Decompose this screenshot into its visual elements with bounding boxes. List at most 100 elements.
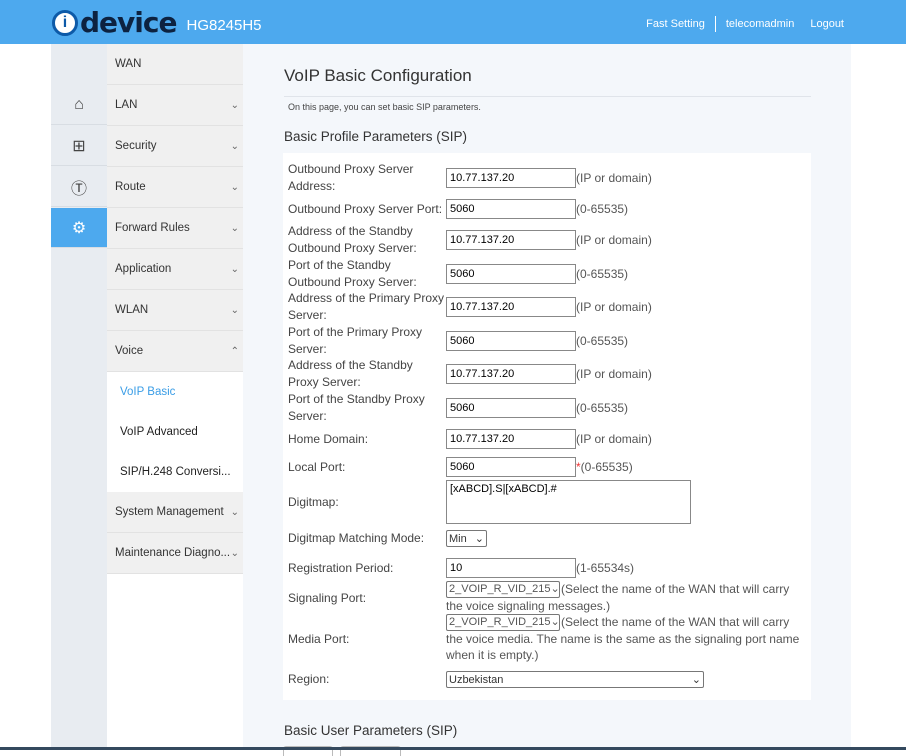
field-label: Registration Period: <box>288 560 394 575</box>
chevron-down-icon: ⌄ <box>230 547 239 559</box>
chevron-down-icon: ⌄ <box>230 222 239 234</box>
section-title-user: Basic User Parameters (SIP) <box>284 723 458 738</box>
menu-label: LAN <box>115 99 138 111</box>
chevron-down-icon: ⌄ <box>550 616 560 629</box>
chevron-down-icon: ⌄ <box>230 181 239 193</box>
user-link[interactable]: telecomadmin <box>726 18 794 30</box>
field-label: Digitmap: <box>288 494 339 509</box>
registration-period-input[interactable] <box>446 558 576 578</box>
field-hint: (0-65535) <box>576 266 629 281</box>
section-title-profile: Basic Profile Parameters (SIP) <box>284 129 468 144</box>
menu-label: Voice <box>115 345 144 357</box>
standby-outbound-address-input[interactable] <box>446 230 576 250</box>
field-label: Address of the Standby Proxy Server: <box>288 358 413 389</box>
standby-proxy-port-input[interactable] <box>446 398 576 418</box>
chevron-down-icon: ⌄ <box>230 140 239 152</box>
rail-home[interactable]: ⌂ <box>51 85 107 125</box>
primary-proxy-address-input[interactable] <box>446 297 576 317</box>
menu-label: Application <box>115 263 172 275</box>
field-label: Address of the Primary Proxy Server: <box>288 291 445 322</box>
local-port-input[interactable] <box>446 457 576 477</box>
field-hint: (IP or domain) <box>576 232 652 247</box>
select-value: 2_VOIP_R_VID_215 <box>449 616 551 629</box>
submenu-voip-basic[interactable]: VoIP Basic <box>107 372 243 412</box>
side-menu: WAN LAN ⌄ Security ⌄ Route ⌄ Forward Rules ⌄… <box>107 44 243 750</box>
field-label: Address of the Standby Outbound Proxy Se… <box>288 224 417 255</box>
menu-label: Security <box>115 140 157 152</box>
standby-outbound-port-input[interactable] <box>446 264 576 284</box>
field-label: Port of the Primary Proxy Server: <box>288 325 423 356</box>
submenu-sip-h248[interactable]: SIP/H.248 Conversi... <box>107 452 243 492</box>
menu-forward-rules[interactable]: Forward Rules ⌄ <box>107 208 243 249</box>
field-hint: (IP or domain) <box>576 299 652 314</box>
chevron-down-icon: ⌄ <box>550 583 560 596</box>
field-label: Local Port: <box>288 459 346 474</box>
divider <box>284 96 811 97</box>
menu-application[interactable]: Application ⌄ <box>107 249 243 290</box>
profile-form: Outbound Proxy Server Address: (IP or dom… <box>283 153 811 700</box>
menu-label: System Management <box>115 506 224 518</box>
chevron-down-icon: ⌄ <box>230 304 239 316</box>
home-domain-input[interactable] <box>446 429 576 449</box>
logo-text: device <box>80 6 177 39</box>
outbound-proxy-address-input[interactable] <box>446 168 576 188</box>
chevron-down-icon: ⌄ <box>230 506 239 518</box>
submenu-voip-advanced[interactable]: VoIP Advanced <box>107 412 243 452</box>
menu-wan[interactable]: WAN <box>107 44 243 85</box>
logo: i device HG8245H5 <box>52 6 262 39</box>
page-description: On this page, you can set basic SIP para… <box>288 102 481 112</box>
field-hint: (1-65534s) <box>576 560 635 575</box>
field-hint: (IP or domain) <box>576 431 652 446</box>
device-model: HG8245H5 <box>186 17 262 34</box>
matching-mode-select[interactable]: Min ⌄ <box>446 530 487 547</box>
menu-system-management[interactable]: System Management ⌄ <box>107 492 243 533</box>
outbound-proxy-port-input[interactable] <box>446 199 576 219</box>
divider <box>714 16 716 32</box>
menu-label: WAN <box>115 58 142 70</box>
field-label: Port of the Standby Outbound Proxy Serve… <box>288 258 417 289</box>
menu-voice[interactable]: Voice ⌃ <box>107 331 243 372</box>
chevron-down-icon: ⌄ <box>230 99 239 111</box>
field-label: Digitmap Matching Mode: <box>288 531 425 545</box>
field-label: Media Port: <box>288 632 350 646</box>
standby-proxy-address-input[interactable] <box>446 364 576 384</box>
field-label: Outbound Proxy Server Port: <box>288 201 443 216</box>
main-content: VoIP Basic Configuration On this page, y… <box>243 44 851 756</box>
digitmap-textarea[interactable]: [xABCD].S|[xABCD].# <box>446 480 691 524</box>
page-title: VoIP Basic Configuration <box>284 66 472 85</box>
icon-rail: ⌂ ⊞ Ⓣ ⚙ <box>51 44 114 750</box>
chevron-down-icon: ⌄ <box>691 674 701 686</box>
field-hint: (IP or domain) <box>576 170 652 185</box>
rail-status[interactable]: Ⓣ <box>51 167 107 207</box>
chevron-down-icon: ⌄ <box>474 533 484 545</box>
field-label: Outbound Proxy Server Address: <box>288 162 414 193</box>
menu-security[interactable]: Security ⌄ <box>107 126 243 167</box>
rail-settings[interactable]: ⚙ <box>51 208 114 248</box>
header: i device HG8245H5 Fast Setting telecomad… <box>0 0 906 44</box>
signaling-port-select[interactable]: 2_VOIP_R_VID_215 ⌄ <box>446 581 560 598</box>
field-label: Signaling Port: <box>288 591 367 605</box>
menu-lan[interactable]: LAN ⌄ <box>107 85 243 126</box>
region-select[interactable]: Uzbekistan ⌄ <box>446 671 704 688</box>
logout-link[interactable]: Logout <box>810 18 844 30</box>
menu-route[interactable]: Route ⌄ <box>107 167 243 208</box>
field-hint: (IP or domain) <box>576 366 652 381</box>
field-hint: (0-65535) <box>576 400 629 415</box>
field-hint: (0-65535) <box>576 333 629 348</box>
select-value: Min <box>449 532 467 545</box>
media-port-select[interactable]: 2_VOIP_R_VID_215 ⌄ <box>446 614 560 631</box>
field-hint: (0-65535) <box>580 459 633 474</box>
menu-wlan[interactable]: WLAN ⌄ <box>107 290 243 331</box>
menu-maintenance[interactable]: Maintenance Diagno... ⌄ <box>107 533 243 574</box>
gear-icon: ⚙ <box>71 219 87 237</box>
home-icon: ⌂ <box>74 95 84 113</box>
logo-icon: i <box>52 9 78 36</box>
chevron-down-icon: ⌄ <box>230 263 239 275</box>
menu-label: Maintenance Diagno... <box>115 547 231 559</box>
field-label: Port of the Standby Proxy Server: <box>288 392 425 423</box>
fast-setting-link[interactable]: Fast Setting <box>646 18 705 30</box>
rail-diagnose[interactable]: ⊞ <box>51 126 107 166</box>
field-label: Home Domain: <box>288 431 369 446</box>
primary-proxy-port-input[interactable] <box>446 331 576 351</box>
menu-label: WLAN <box>115 304 149 316</box>
